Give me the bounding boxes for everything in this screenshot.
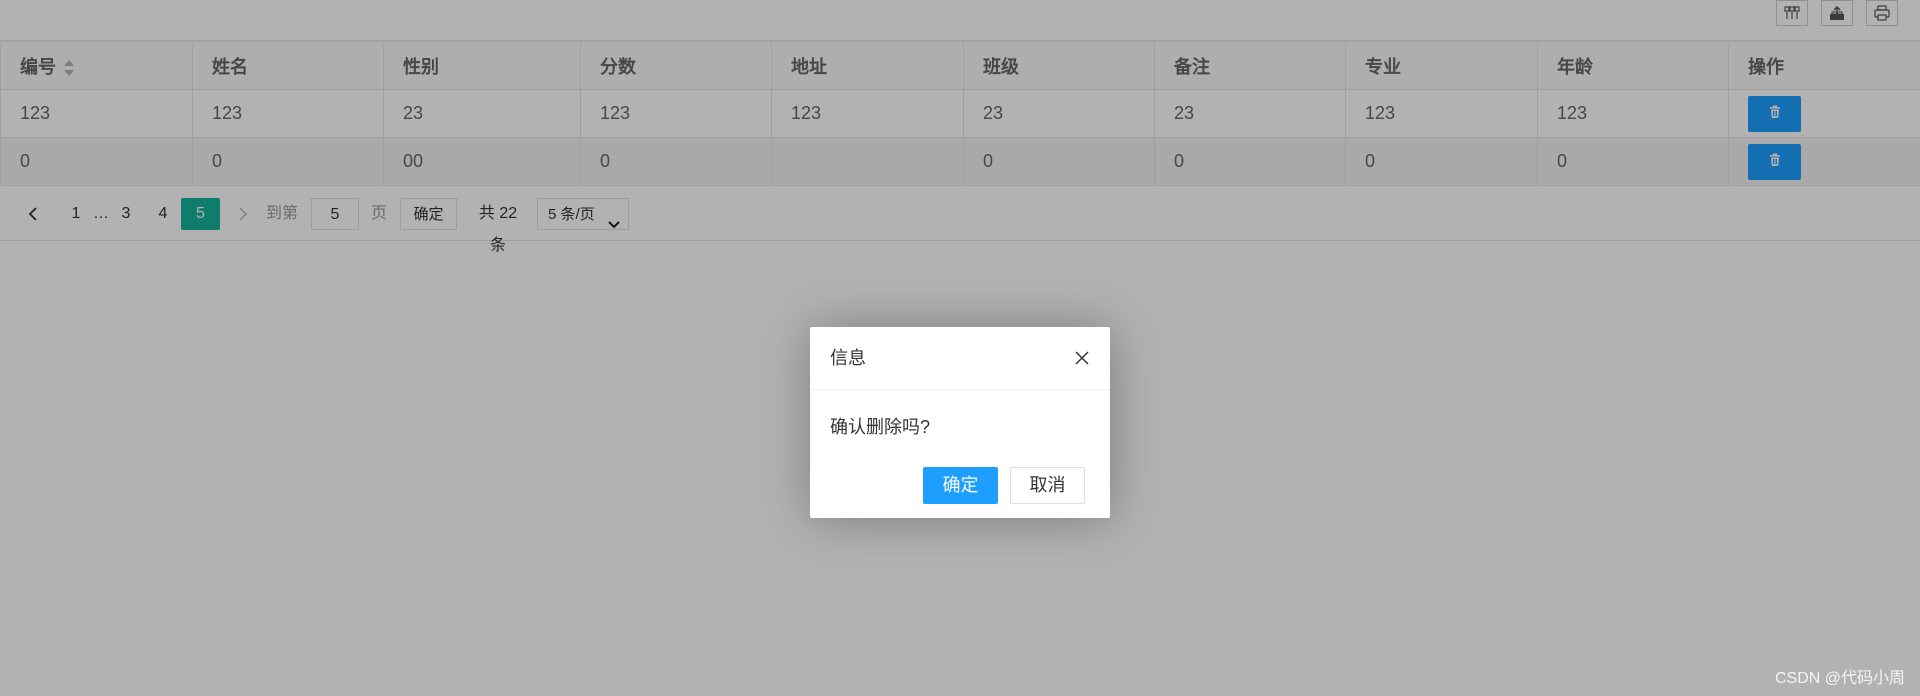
dialog-message: 确认删除吗? [830,417,931,437]
close-icon[interactable] [1074,350,1090,366]
dialog-title: 信息 [810,327,1110,390]
confirm-button[interactable]: 确定 [923,467,998,504]
confirm-dialog: 信息 确认删除吗? 确定 取消 [810,327,1110,518]
watermark: CSDN @代码小周 [1774,670,1905,687]
cancel-button[interactable]: 取消 [1010,467,1085,504]
